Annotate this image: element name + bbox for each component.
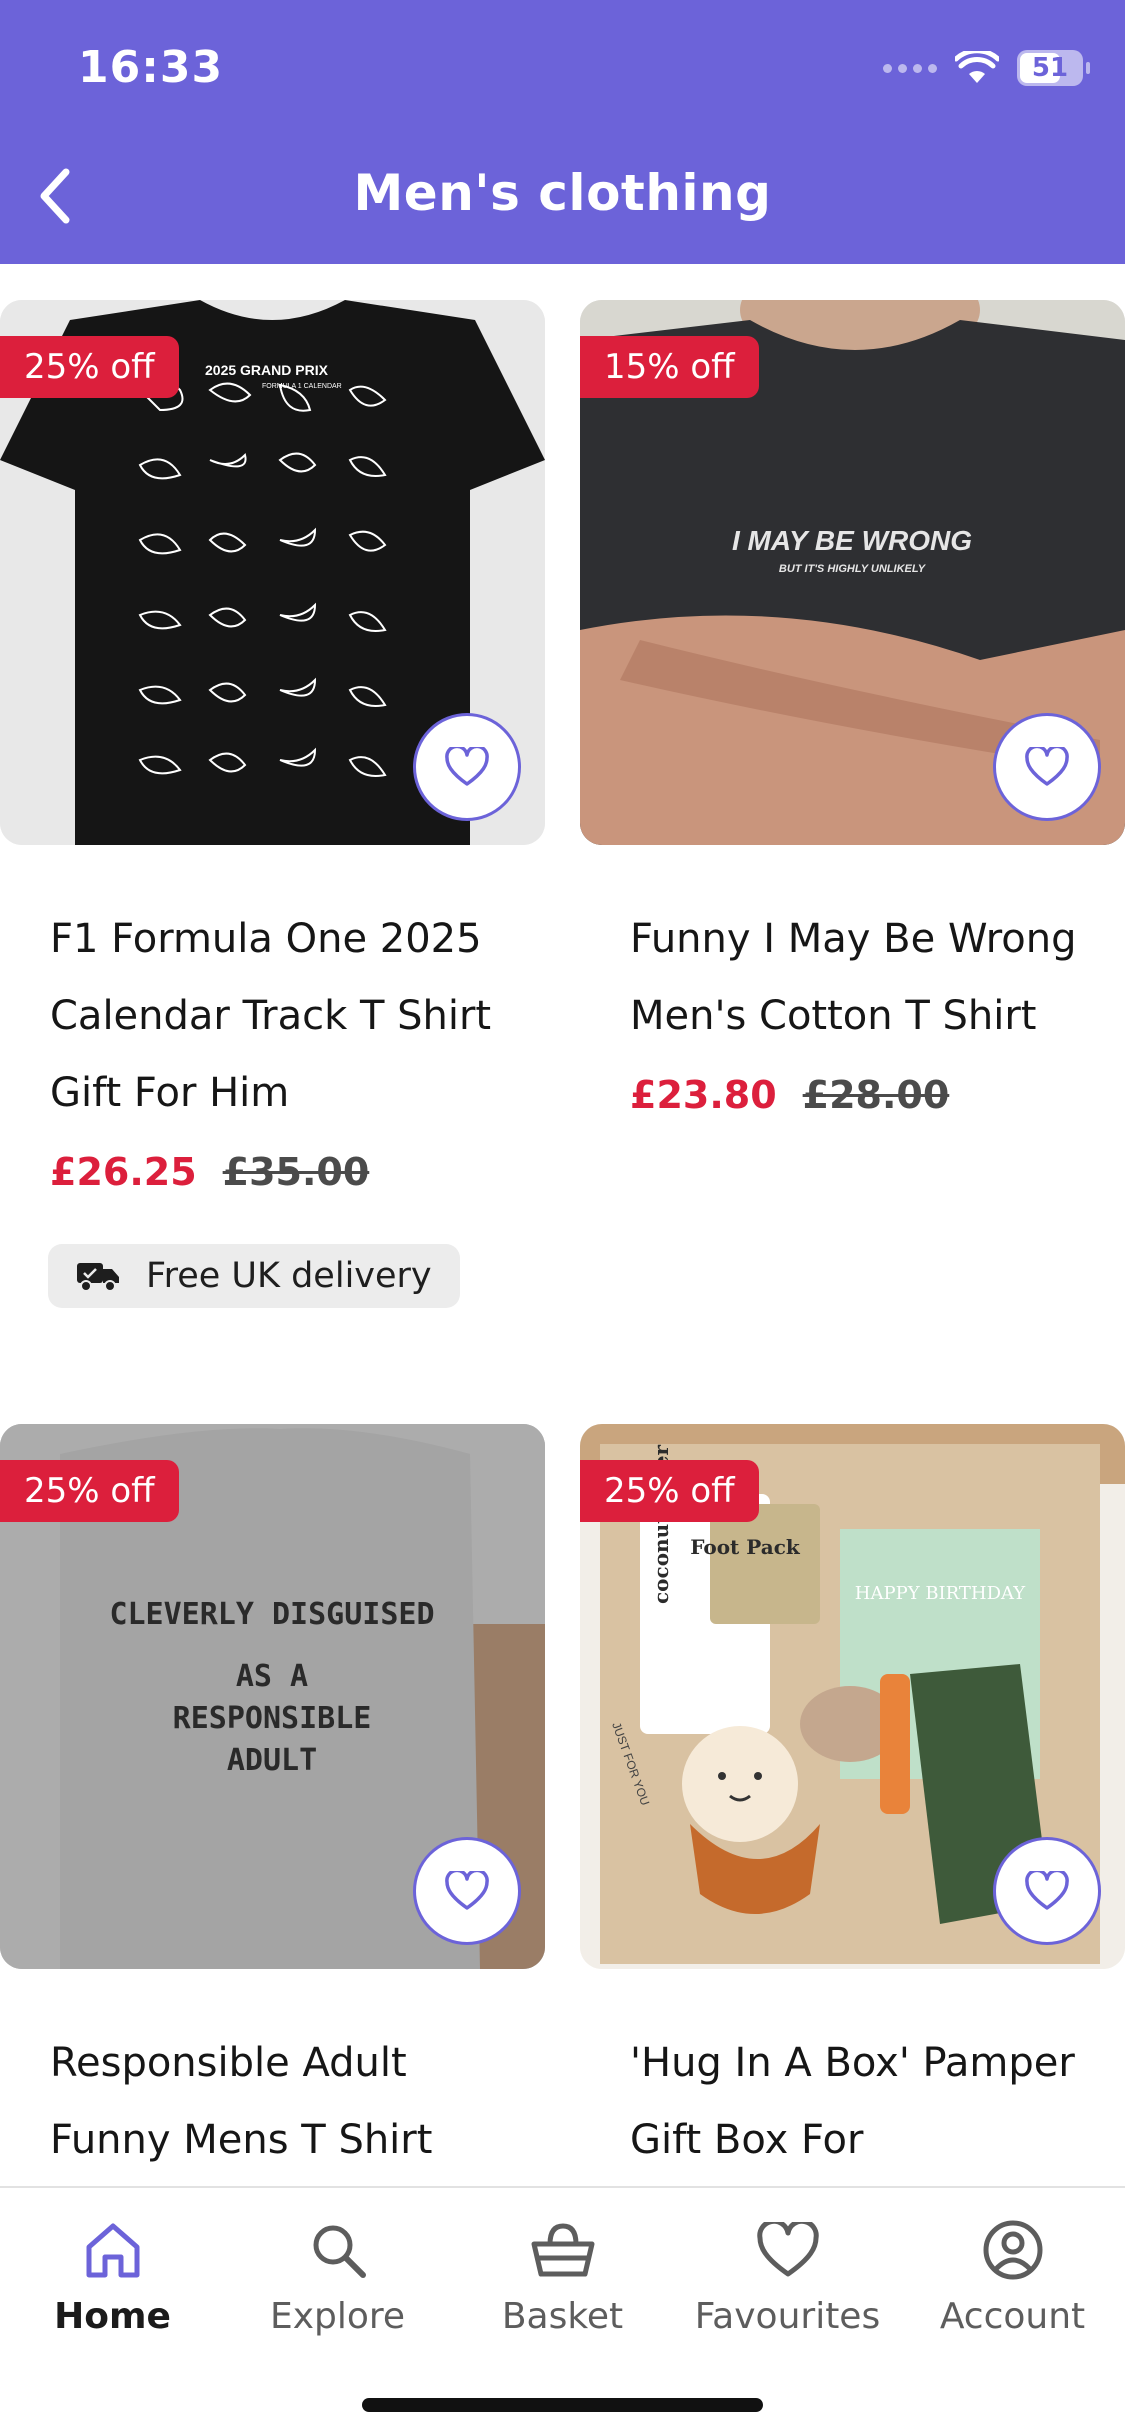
product-image[interactable]: 2025 GRAND PRIX FORMULA 1 CALENDAR 25% o… bbox=[0, 300, 545, 845]
status-time: 16:33 bbox=[78, 42, 224, 93]
battery-level: 51 bbox=[1031, 53, 1069, 83]
status-icons: 51 bbox=[883, 46, 1090, 90]
sale-price: £26.25 bbox=[50, 1150, 197, 1194]
nav-favourites[interactable]: Favourites bbox=[675, 2212, 900, 2337]
print-text-line3: HAPPY BIRTHDAY bbox=[855, 1583, 1027, 1604]
favourite-button[interactable] bbox=[993, 713, 1101, 821]
product-title[interactable]: 'Hug In A Box' Pamper Gift Box For bbox=[630, 2025, 1100, 2179]
nav-label-home: Home bbox=[54, 2296, 171, 2337]
page-title: Men's clothing bbox=[353, 164, 772, 222]
print-text-line1: CLEVERLY DISGUISED bbox=[109, 1597, 434, 1632]
sale-price: £23.80 bbox=[630, 1073, 777, 1117]
discount-badge: 25% off bbox=[0, 1460, 179, 1522]
product-card[interactable]: Foot Pack coconut water HAPPY BIRTHDAY J… bbox=[580, 1424, 1125, 2179]
favourite-button[interactable] bbox=[413, 1837, 521, 1945]
price-row: £23.80 £28.00 bbox=[630, 1073, 1125, 1117]
heart-icon bbox=[1025, 1871, 1069, 1910]
product-card[interactable]: I MAY BE WRONG BUT IT'S HIGHLY UNLIKELY … bbox=[580, 300, 1125, 1117]
heart-icon bbox=[1025, 747, 1069, 786]
product-title[interactable]: F1 Formula One 2025 Calendar Track T Shi… bbox=[50, 901, 520, 1132]
print-text-line1: I MAY BE WRONG bbox=[732, 525, 972, 556]
print-text-line1: Foot Pack bbox=[690, 1535, 801, 1559]
nav-label-explore: Explore bbox=[269, 2296, 406, 2337]
favourite-button[interactable] bbox=[413, 713, 521, 821]
product-image[interactable]: CLEVERLY DISGUISED AS A RESPONSIBLE ADUL… bbox=[0, 1424, 545, 1969]
product-card[interactable]: 2025 GRAND PRIX FORMULA 1 CALENDAR 25% o… bbox=[0, 300, 545, 1308]
nav-home[interactable]: Home bbox=[0, 2212, 225, 2337]
free-delivery-badge: Free UK delivery bbox=[48, 1244, 460, 1308]
print-text-line3: RESPONSIBLE bbox=[173, 1701, 372, 1736]
product-image[interactable]: Foot Pack coconut water HAPPY BIRTHDAY J… bbox=[580, 1424, 1125, 1969]
nav-account[interactable]: Account bbox=[900, 2212, 1125, 2337]
account-icon bbox=[983, 2220, 1042, 2280]
home-icon bbox=[86, 2223, 139, 2278]
nav-label-basket: Basket bbox=[501, 2296, 624, 2337]
print-text-line2: BUT IT'S HIGHLY UNLIKELY bbox=[779, 563, 927, 575]
print-text-line4: ADULT bbox=[227, 1743, 317, 1778]
print-text-line2: FORMULA 1 CALENDAR bbox=[262, 383, 342, 390]
nav-explore[interactable]: Explore bbox=[225, 2212, 450, 2337]
basket-icon bbox=[531, 2223, 594, 2277]
nav-label-account: Account bbox=[939, 2296, 1086, 2337]
print-text-line2: AS A bbox=[236, 1659, 308, 1694]
favourite-button[interactable] bbox=[993, 1837, 1101, 1945]
cellular-signal-icon bbox=[883, 63, 937, 73]
home-indicator[interactable] bbox=[362, 2398, 763, 2412]
product-title[interactable]: Funny I May Be Wrong Men's Cotton T Shir… bbox=[630, 901, 1100, 1055]
delivery-truck-icon bbox=[77, 1263, 119, 1292]
delivery-label: Free UK delivery bbox=[146, 1256, 432, 1296]
discount-badge: 25% off bbox=[580, 1460, 759, 1522]
original-price: £35.00 bbox=[222, 1150, 370, 1194]
heart-icon bbox=[445, 1871, 489, 1910]
search-icon bbox=[313, 2225, 366, 2278]
original-price: £28.00 bbox=[802, 1073, 950, 1117]
heart-icon bbox=[756, 2222, 819, 2277]
product-card[interactable]: CLEVERLY DISGUISED AS A RESPONSIBLE ADUL… bbox=[0, 1424, 545, 2179]
wifi-icon bbox=[955, 51, 999, 83]
print-text-line1: 2025 GRAND PRIX bbox=[205, 362, 329, 378]
nav-label-favourites: Favourites bbox=[694, 2296, 881, 2337]
discount-badge: 15% off bbox=[580, 336, 759, 398]
battery-icon: 51 bbox=[1017, 50, 1090, 86]
price-row: £26.25 £35.00 bbox=[50, 1150, 545, 1194]
product-image[interactable]: I MAY BE WRONG BUT IT'S HIGHLY UNLIKELY … bbox=[580, 300, 1125, 845]
heart-icon bbox=[445, 747, 489, 786]
product-title[interactable]: Responsible Adult Funny Mens T Shirt bbox=[50, 2025, 520, 2179]
discount-badge: 25% off bbox=[0, 336, 179, 398]
nav-basket[interactable]: Basket bbox=[450, 2212, 675, 2337]
app-header: 16:33 51 Men's clothing bbox=[0, 0, 1125, 264]
